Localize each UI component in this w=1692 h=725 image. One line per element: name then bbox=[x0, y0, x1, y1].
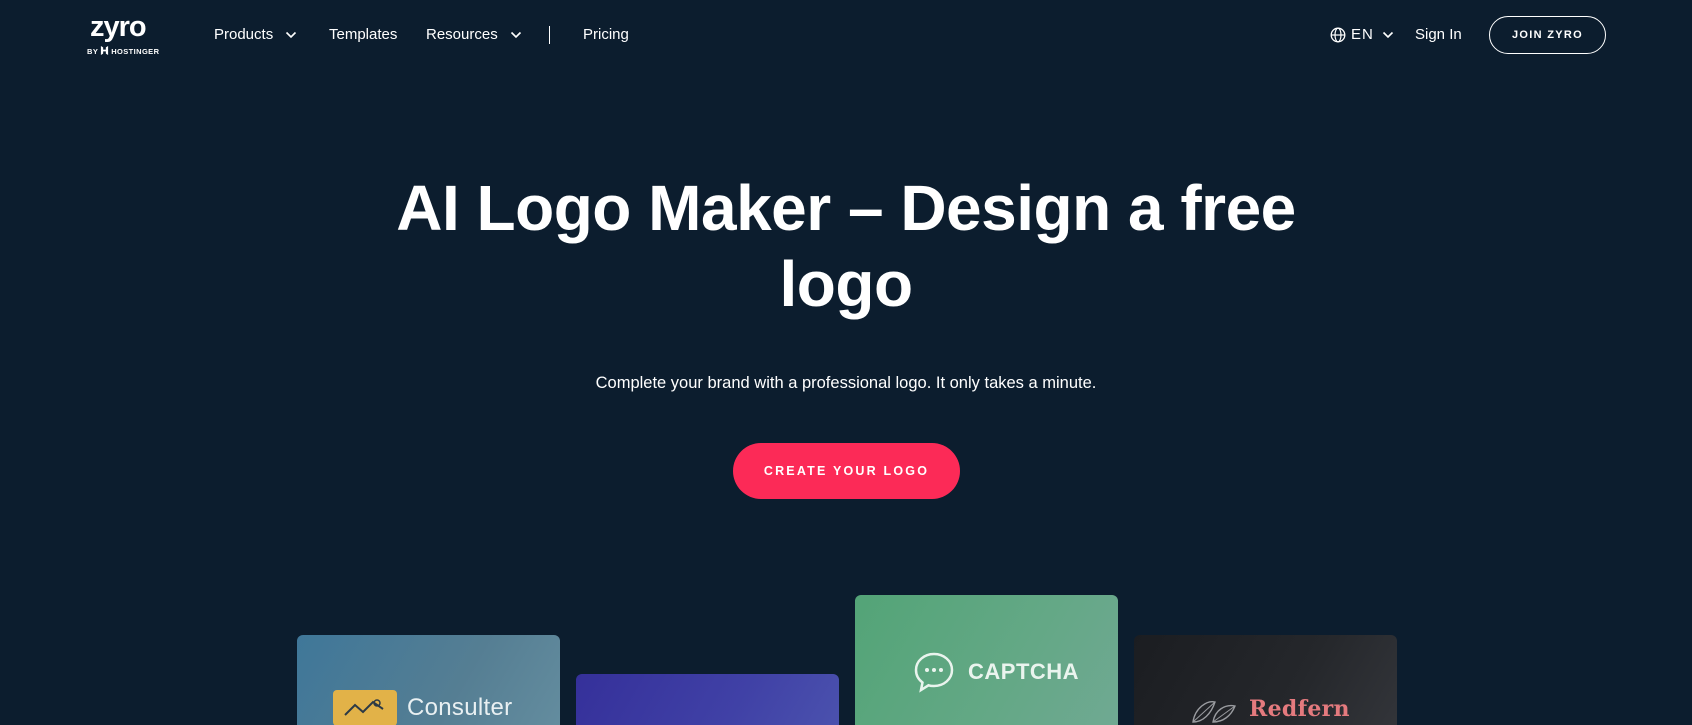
redfern-logo: Redfern bbox=[1189, 692, 1350, 725]
top-navigation: zyro BY HOSTINGER Products Templates Reso… bbox=[0, 0, 1692, 70]
hero-subtitle: Complete your brand with a professional … bbox=[595, 374, 1097, 392]
hostinger-icon bbox=[101, 46, 109, 55]
consulter-logo-text: Consulter bbox=[407, 694, 513, 721]
nav-products-label: Products bbox=[214, 26, 274, 43]
page-title: AI Logo Maker – Design a free logo bbox=[396, 172, 1296, 320]
consulter-logo: Consulter bbox=[333, 690, 512, 725]
leaf-icon bbox=[1192, 701, 1236, 723]
language-label: EN bbox=[1351, 26, 1374, 43]
captcha-logo-text: CAPTCHA bbox=[968, 659, 1080, 684]
chevron-down-icon bbox=[286, 31, 297, 39]
nav-products[interactable]: Products bbox=[214, 24, 297, 46]
nav-pricing-label: Pricing bbox=[583, 26, 629, 43]
redfern-logo-text: Redfern bbox=[1249, 696, 1350, 722]
logo-by-company: HOSTINGER bbox=[111, 47, 160, 56]
join-zyro-button[interactable]: JOIN ZYRO bbox=[1489, 16, 1606, 54]
nav-divider bbox=[549, 26, 550, 44]
nav-templates-label: Templates bbox=[329, 26, 398, 43]
globe-icon bbox=[1330, 27, 1346, 43]
logo-example-card: Redfern bbox=[1134, 635, 1397, 725]
logo-by-prefix: BY bbox=[87, 47, 99, 56]
logo-example-card: Consulter bbox=[297, 635, 560, 725]
zyro-logo[interactable]: zyro BY HOSTINGER bbox=[86, 12, 162, 58]
language-selector[interactable]: EN bbox=[1330, 24, 1394, 46]
chevron-down-icon bbox=[510, 31, 521, 39]
nav-pricing[interactable]: Pricing bbox=[583, 24, 629, 46]
speech-bubble-icon bbox=[914, 652, 954, 693]
nav-resources-label: Resources bbox=[426, 26, 498, 43]
captcha-logo: CAPTCHA bbox=[912, 650, 1079, 694]
create-logo-button[interactable]: CREATE YOUR LOGO bbox=[733, 443, 960, 499]
logo-example-card bbox=[576, 674, 839, 725]
logo-wordmark: zyro bbox=[90, 11, 147, 43]
sign-in-link[interactable]: Sign In bbox=[1415, 24, 1462, 46]
chart-line-icon bbox=[333, 690, 397, 725]
chevron-down-icon bbox=[1382, 31, 1393, 39]
nav-templates[interactable]: Templates bbox=[329, 24, 397, 46]
logo-example-card: CAPTCHA bbox=[855, 595, 1118, 725]
nav-resources[interactable]: Resources bbox=[426, 24, 522, 46]
logo-byline: BY HOSTINGER bbox=[87, 46, 159, 56]
